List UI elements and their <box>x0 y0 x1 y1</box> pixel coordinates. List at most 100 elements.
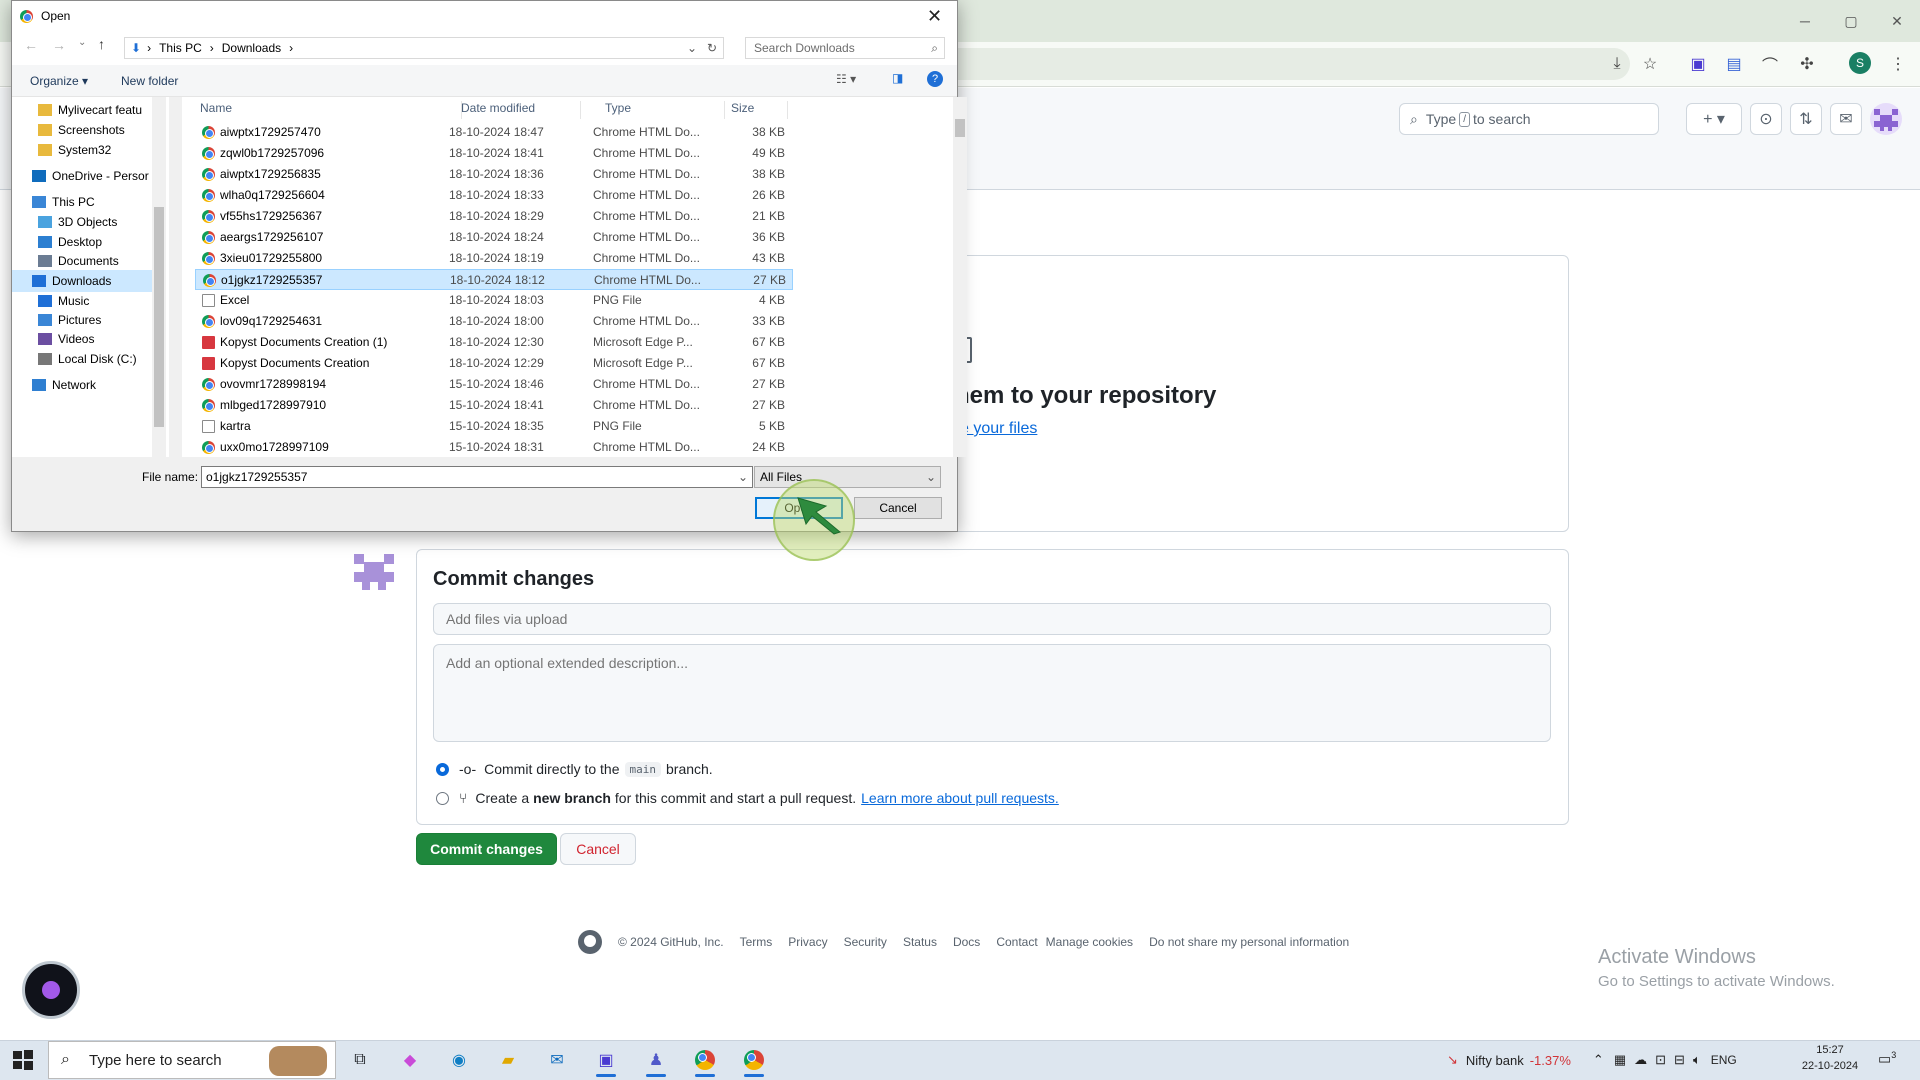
path-bar[interactable]: ⬇ › This PC › Downloads › ⌄ ↻ <box>124 37 724 59</box>
tray-app-icon[interactable]: ⊡ <box>1655 1052 1666 1068</box>
teams-tray-icon[interactable]: ▦ <box>1614 1052 1626 1068</box>
radio-unselected[interactable] <box>436 791 449 805</box>
up-arrow-icon[interactable]: ↑ <box>98 36 105 52</box>
file-row[interactable]: aiwptx1729257470 18-10-2024 18:47 Chrome H… <box>195 122 793 143</box>
footer-link[interactable]: Docs <box>953 935 980 949</box>
issues-button[interactable]: ⊙ <box>1750 103 1782 135</box>
nav-item-3d-objects[interactable]: 3D Objects <box>38 211 117 233</box>
commit-direct-option[interactable]: -o- Commit directly to the main branch. <box>436 759 713 779</box>
file-row[interactable]: Kopyst Documents Creation (1) 18-10-2024 … <box>195 332 793 353</box>
file-row[interactable]: wlha0q1729256604 18-10-2024 18:33 Chrome H… <box>195 185 793 206</box>
footer-link[interactable]: Security <box>844 935 887 949</box>
pull-requests-button[interactable]: ⇅ <box>1790 103 1822 135</box>
search-downloads-input[interactable]: Search Downloads ⌕ <box>745 37 945 59</box>
notifications-icon[interactable]: ▭3 <box>1878 1050 1896 1068</box>
extension-icon[interactable]: ▣ <box>1684 51 1712 77</box>
file-row[interactable]: kartra 15-10-2024 18:35 PNG File 5 KB <box>195 416 793 437</box>
nav-item-onedrive-persor[interactable]: OneDrive - Persor <box>32 165 149 187</box>
nav-item-this-pc[interactable]: This PC <box>32 191 95 213</box>
volume-icon[interactable]: 🔈︎ <box>1693 1052 1701 1068</box>
close-browser-button[interactable]: ✕ <box>1874 6 1920 36</box>
breadcrumb-this-pc[interactable]: This PC <box>159 41 202 55</box>
network-icon[interactable]: ⊟ <box>1674 1052 1685 1068</box>
chevron-down-icon[interactable]: ⌄ <box>738 470 748 484</box>
file-row[interactable]: lov09q1729254631 18-10-2024 18:00 Chrome H… <box>195 311 793 332</box>
commit-changes-button[interactable]: Commit changes <box>416 833 557 865</box>
nav-item-videos[interactable]: Videos <box>38 328 94 350</box>
choose-files-link[interactable]: e your files <box>960 420 1037 438</box>
recorder-button[interactable] <box>22 961 80 1019</box>
file-row[interactable]: aeargs1729256107 18-10-2024 18:24 Chrome H… <box>195 227 793 248</box>
nav-scrollbar[interactable] <box>152 97 166 457</box>
refresh-icon[interactable]: ↻ <box>707 41 717 55</box>
copilot-icon[interactable]: ◆ <box>394 1046 426 1074</box>
organize-menu[interactable]: Organize ▾ <box>30 74 88 88</box>
file-type-filter[interactable]: All Files ⌄ <box>754 466 941 488</box>
minimize-button[interactable]: ─ <box>1782 6 1828 36</box>
column-size[interactable]: Size <box>725 101 788 119</box>
ticker-name[interactable]: Nifty bank <box>1466 1053 1524 1068</box>
file-name-input[interactable]: o1jgkz1729255357 ⌄ <box>201 466 753 488</box>
footer-link[interactable]: Status <box>903 935 937 949</box>
mail-icon[interactable]: ✉ <box>541 1046 573 1074</box>
recent-chevron-icon[interactable]: ⌄ <box>78 37 86 48</box>
commit-summary-input[interactable] <box>433 603 1551 635</box>
extension-icon[interactable]: ▤ <box>1720 51 1748 77</box>
windows-start-icon[interactable] <box>12 1049 34 1071</box>
nav-item-downloads[interactable]: Downloads <box>12 270 162 292</box>
close-dialog-button[interactable]: ✕ <box>912 1 957 31</box>
clock[interactable]: 15:27 22-10-2024 <box>1795 1042 1865 1074</box>
file-row[interactable]: aiwptx1729256835 18-10-2024 18:36 Chrome H… <box>195 164 793 185</box>
footer-link[interactable]: Terms <box>740 935 773 949</box>
onedrive-icon[interactable]: ☁ <box>1634 1052 1647 1068</box>
file-row[interactable]: zqwl0b1729257096 18-10-2024 18:41 Chrome H… <box>195 143 793 164</box>
cancel-dialog-button[interactable]: Cancel <box>854 497 942 519</box>
help-icon[interactable]: ? <box>927 71 943 87</box>
maximize-button[interactable]: ▢ <box>1828 6 1874 36</box>
radio-selected[interactable] <box>436 762 449 776</box>
column-date-modified[interactable]: Date modified <box>461 101 581 119</box>
file-explorer-icon[interactable]: ▰ <box>492 1046 524 1074</box>
back-arrow-icon[interactable]: ← <box>24 37 38 53</box>
inbox-button[interactable]: ✉ <box>1830 103 1862 135</box>
footer-link[interactable]: Contact <box>996 935 1037 949</box>
install-app-icon[interactable]: ⤓ <box>1603 51 1631 77</box>
file-row[interactable]: Kopyst Documents Creation 18-10-2024 12:2… <box>195 353 793 374</box>
puzzle-icon[interactable]: ✣ <box>1793 51 1821 77</box>
language-indicator[interactable]: ENG <box>1711 1053 1737 1067</box>
show-hidden-icons[interactable]: ⌃ <box>1593 1052 1604 1068</box>
breadcrumb-downloads[interactable]: Downloads <box>222 41 281 55</box>
nav-item-documents[interactable]: Documents <box>38 250 119 272</box>
preview-pane-icon[interactable]: ◨ <box>892 71 903 85</box>
taskbar-search-input[interactable]: ⌕ Type here to search <box>48 1041 336 1079</box>
learn-more-link[interactable]: Learn more about pull requests. <box>861 790 1059 806</box>
column-name[interactable]: Name <box>200 101 462 119</box>
path-dropdown-icon[interactable]: ⌄ <box>687 41 697 55</box>
commit-new-branch-option[interactable]: ⑂ Create a new branch for this commit an… <box>436 788 1059 808</box>
create-new-button[interactable]: + ▾ <box>1686 103 1742 135</box>
search-input[interactable]: ⌕ Type / to search <box>1399 103 1659 135</box>
profile-avatar[interactable]: S <box>1849 52 1871 74</box>
column-type[interactable]: Type <box>605 101 725 119</box>
nav-item-system32[interactable]: System32 <box>38 139 111 161</box>
file-row[interactable]: 3xieu01729255800 18-10-2024 18:19 Chrome H… <box>195 248 793 269</box>
cancel-commit-button[interactable]: Cancel <box>560 833 636 865</box>
menu-kebab-icon[interactable]: ⋮ <box>1884 51 1912 77</box>
user-avatar[interactable] <box>1870 103 1902 135</box>
file-row[interactable]: ovovmr1728998194 15-10-2024 18:46 Chrome H… <box>195 374 793 395</box>
file-row[interactable]: vf55hs1729256367 18-10-2024 18:29 Chrome H… <box>195 206 793 227</box>
new-folder-button[interactable]: New folder <box>121 74 178 88</box>
app-icon[interactable]: ▣ <box>590 1046 622 1077</box>
task-view-icon[interactable]: ⧉ <box>344 1046 376 1074</box>
teams-icon[interactable]: ♟ <box>640 1046 672 1077</box>
extension-icon[interactable]: ⌒ <box>1756 51 1784 77</box>
nav-item-screenshots[interactable]: Screenshots <box>38 119 125 141</box>
footer-link[interactable]: Manage cookies <box>1046 935 1133 949</box>
file-row[interactable]: Excel 18-10-2024 18:03 PNG File 4 KB <box>195 290 793 311</box>
chrome-taskbar-icon[interactable] <box>689 1046 721 1077</box>
file-row[interactable]: o1jgkz1729255357 18-10-2024 18:12 Chrome H… <box>195 269 793 290</box>
bookmark-star-icon[interactable]: ☆ <box>1636 51 1664 77</box>
list-scrollbar[interactable] <box>953 97 967 457</box>
view-options-icon[interactable]: ☷ ▾ <box>836 72 856 86</box>
nav-item-network[interactable]: Network <box>32 374 96 396</box>
